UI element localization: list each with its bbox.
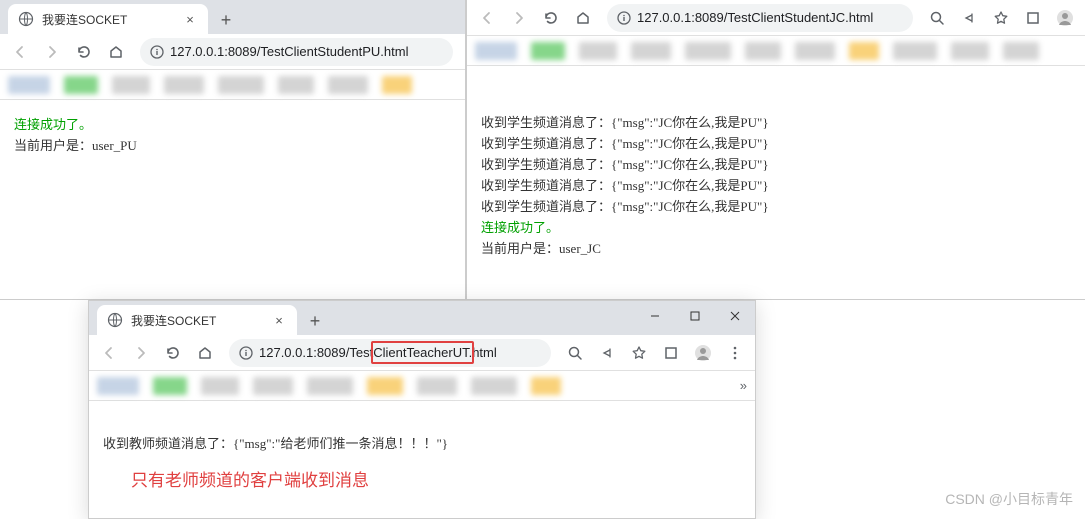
url-highlight: ClientTeacherUT. (373, 345, 472, 360)
maximize-button[interactable] (675, 301, 715, 331)
share-icon[interactable] (955, 4, 983, 32)
status-success: 连接成功了。 (481, 217, 1071, 236)
reload-button[interactable] (159, 339, 187, 367)
message-line: 收到学生频道消息了：{"msg":"JC你在么,我是PU"} (481, 196, 1071, 215)
home-button[interactable] (191, 339, 219, 367)
star-icon[interactable] (625, 339, 653, 367)
close-icon[interactable]: × (182, 11, 198, 27)
toolbar: 127.0.0.1:8089/TestClientStudentJC.html (467, 0, 1085, 36)
bookmark-bar: » (89, 371, 755, 401)
toolbar: 127.0.0.1:8089/TestClientStudentPU.html (0, 34, 465, 70)
home-button[interactable] (102, 38, 130, 66)
reload-button[interactable] (70, 38, 98, 66)
bookmark-bar (0, 70, 465, 100)
browser-window-left: 我要连SOCKET × + 127.0.0.1:8089/TestClientS… (0, 0, 466, 300)
profile-icon[interactable] (689, 339, 717, 367)
extensions-icon[interactable] (657, 339, 685, 367)
browser-window-right: 127.0.0.1:8089/TestClientStudentJC.html … (466, 0, 1085, 300)
minimize-button[interactable] (635, 301, 675, 331)
tab-strip: 我要连SOCKET × + (89, 301, 755, 335)
url-text: 127.0.0.1:8089/TestClientTeacherUT.html (259, 345, 541, 360)
message-line: 收到学生频道消息了：{"msg":"JC你在么,我是PU"} (481, 133, 1071, 152)
zoom-icon[interactable] (561, 339, 589, 367)
current-user-text: 当前用户是：user_JC (481, 238, 1071, 257)
page-content: 收到学生频道消息了：{"msg":"JC你在么,我是PU"} 收到学生频道消息了… (467, 66, 1085, 299)
page-content: 收到教师频道消息了：{"msg":"给老师们推一条消息！！！"} 只有老师频道的… (89, 401, 755, 518)
message-line: 收到学生频道消息了：{"msg":"JC你在么,我是PU"} (481, 112, 1071, 131)
window-controls (635, 301, 755, 331)
profile-icon[interactable] (1051, 4, 1079, 32)
tab-strip: 我要连SOCKET × + (0, 0, 465, 34)
globe-icon (107, 312, 123, 328)
watermark: CSDN @小目标青年 (945, 489, 1073, 509)
address-bar[interactable]: 127.0.0.1:8089/TestClientTeacherUT.html (229, 339, 551, 367)
url-text: 127.0.0.1:8089/TestClientStudentJC.html (637, 10, 903, 25)
close-icon[interactable]: × (271, 312, 287, 328)
forward-button[interactable] (505, 4, 533, 32)
tab-title: 我要连SOCKET (42, 11, 174, 28)
page-content: 连接成功了。 当前用户是：user_PU (0, 100, 465, 299)
overflow-icon[interactable]: » (740, 378, 747, 393)
globe-icon (18, 11, 34, 27)
home-button[interactable] (569, 4, 597, 32)
current-user-text: 当前用户是：user_PU (14, 135, 451, 154)
forward-button[interactable] (127, 339, 155, 367)
menu-icon[interactable] (721, 339, 749, 367)
info-icon (150, 45, 164, 59)
share-icon[interactable] (593, 339, 621, 367)
url-text: 127.0.0.1:8089/TestClientStudentPU.html (170, 44, 443, 59)
new-tab-button[interactable]: + (301, 307, 329, 335)
reload-button[interactable] (537, 4, 565, 32)
info-icon (617, 11, 631, 25)
info-icon (239, 346, 253, 360)
star-icon[interactable] (987, 4, 1015, 32)
message-line: 收到学生频道消息了：{"msg":"JC你在么,我是PU"} (481, 154, 1071, 173)
browser-tab[interactable]: 我要连SOCKET × (8, 4, 208, 34)
annotation-text: 只有老师频道的客户端收到消息 (131, 466, 741, 491)
tab-title: 我要连SOCKET (131, 312, 263, 329)
browser-window-bottom: 我要连SOCKET × + 127.0.0.1:8089/TestClientT… (88, 300, 756, 519)
new-tab-button[interactable]: + (212, 6, 240, 34)
forward-button[interactable] (38, 38, 66, 66)
back-button[interactable] (473, 4, 501, 32)
message-line: 收到学生频道消息了：{"msg":"JC你在么,我是PU"} (481, 175, 1071, 194)
address-bar[interactable]: 127.0.0.1:8089/TestClientStudentJC.html (607, 4, 913, 32)
back-button[interactable] (95, 339, 123, 367)
status-success: 连接成功了。 (14, 114, 451, 133)
browser-tab[interactable]: 我要连SOCKET × (97, 305, 297, 335)
address-bar[interactable]: 127.0.0.1:8089/TestClientStudentPU.html (140, 38, 453, 66)
zoom-icon[interactable] (923, 4, 951, 32)
extensions-icon[interactable] (1019, 4, 1047, 32)
bookmark-bar (467, 36, 1085, 66)
toolbar: 127.0.0.1:8089/TestClientTeacherUT.html (89, 335, 755, 371)
close-button[interactable] (715, 301, 755, 331)
back-button[interactable] (6, 38, 34, 66)
message-line: 收到教师频道消息了：{"msg":"给老师们推一条消息！！！"} (103, 433, 741, 452)
